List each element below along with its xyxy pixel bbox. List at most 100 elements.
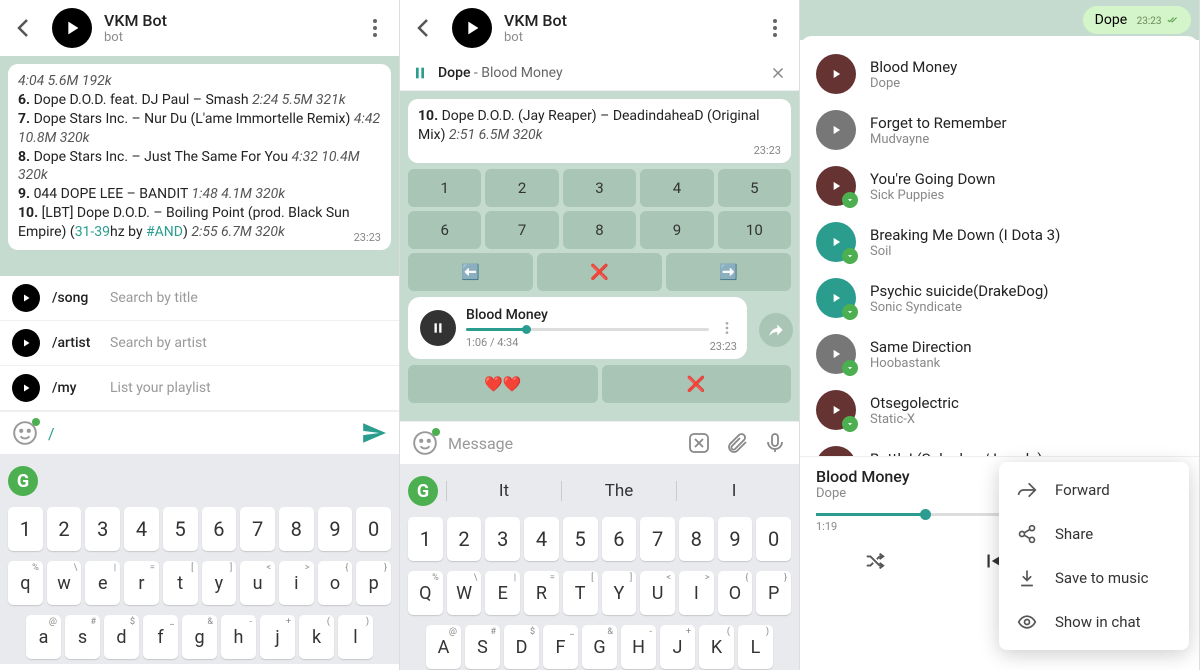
key-O[interactable]: O{ xyxy=(718,571,753,615)
key-5[interactable]: 5 xyxy=(563,517,598,561)
track-item[interactable]: Battle! (Solgaleo / Lunala) Pokemon Sun … xyxy=(800,438,1199,456)
message-input[interactable] xyxy=(48,424,361,443)
key-6[interactable]: 6 xyxy=(202,507,237,551)
menu-share[interactable]: Share xyxy=(999,512,1189,556)
key-A[interactable]: A@ xyxy=(426,625,461,669)
chat-area[interactable]: 10. Dope D.O.D. (Jay Reaper) – Deadindah… xyxy=(400,91,799,421)
menu-save-to-music[interactable]: Save to music xyxy=(999,556,1189,600)
key-3[interactable]: 3 xyxy=(85,507,120,551)
pause-icon[interactable] xyxy=(412,65,428,81)
nav-close-button[interactable]: ❌ xyxy=(537,253,662,291)
track-art[interactable] xyxy=(816,390,856,430)
key-s[interactable]: s# xyxy=(65,615,100,659)
track-art[interactable] xyxy=(816,166,856,206)
key-9[interactable]: 9 xyxy=(718,517,753,561)
attach-icon[interactable] xyxy=(725,431,749,455)
key-f[interactable]: f_ xyxy=(143,615,178,659)
key-i[interactable]: i> xyxy=(279,561,314,605)
key-0[interactable]: 0 xyxy=(756,517,791,561)
pause-button[interactable] xyxy=(420,310,456,346)
key-7[interactable]: 7 xyxy=(640,517,675,561)
key-j[interactable]: j+ xyxy=(260,615,295,659)
suggestion[interactable]: I xyxy=(676,481,791,501)
track-art[interactable] xyxy=(816,222,856,262)
menu-show-in-chat[interactable]: Show in chat xyxy=(999,600,1189,644)
key-u[interactable]: u< xyxy=(240,561,275,605)
key-y[interactable]: y] xyxy=(202,561,237,605)
track-button-4[interactable]: 4 xyxy=(640,169,713,207)
track-art[interactable] xyxy=(816,54,856,94)
key-K[interactable]: K( xyxy=(699,625,734,669)
key-g[interactable]: g& xyxy=(182,615,217,659)
key-e[interactable]: e| xyxy=(85,561,120,605)
key-o[interactable]: o{ xyxy=(318,561,353,605)
more-icon[interactable] xyxy=(763,16,787,40)
key-q[interactable]: q% xyxy=(8,561,43,605)
nav-next-button[interactable]: ➡️ xyxy=(666,253,791,291)
bot-avatar[interactable] xyxy=(452,8,492,48)
sent-message[interactable]: Dope 23:23 xyxy=(1083,6,1191,34)
key-D[interactable]: D$ xyxy=(504,625,539,669)
key-r[interactable]: r= xyxy=(124,561,159,605)
track-button-3[interactable]: 3 xyxy=(563,169,636,207)
bot-avatar[interactable] xyxy=(52,8,92,48)
menu-forward[interactable]: Forward xyxy=(999,468,1189,512)
track-button-7[interactable]: 7 xyxy=(485,211,558,249)
mic-icon[interactable] xyxy=(763,431,787,455)
message-input[interactable]: Message xyxy=(448,434,673,453)
key-8[interactable]: 8 xyxy=(679,517,714,561)
key-0[interactable]: 0 xyxy=(356,507,391,551)
bot-name[interactable]: VKM Bot xyxy=(104,11,363,30)
hearts-button[interactable]: ❤️❤️ xyxy=(408,365,598,403)
track-item[interactable]: You're Going Down Sick Puppies xyxy=(800,158,1199,214)
key-Q[interactable]: Q% xyxy=(408,571,443,615)
back-icon[interactable] xyxy=(412,16,436,40)
key-6[interactable]: 6 xyxy=(602,517,637,561)
chat-area[interactable]: 4:04 5.6M 192k6. Dope D.O.D. feat. DJ Pa… xyxy=(0,56,399,276)
key-I[interactable]: I> xyxy=(679,571,714,615)
key-U[interactable]: U< xyxy=(640,571,675,615)
message-bubble[interactable]: 4:04 5.6M 192k6. Dope D.O.D. feat. DJ Pa… xyxy=(8,64,391,250)
key-2[interactable]: 2 xyxy=(47,507,82,551)
track-button-6[interactable]: 6 xyxy=(408,211,481,249)
x-button[interactable]: ❌ xyxy=(602,365,792,403)
track-button-5[interactable]: 5 xyxy=(718,169,791,207)
audio-message[interactable]: Blood Money 1:06 / 4:34 23:23 xyxy=(408,297,747,359)
close-icon[interactable] xyxy=(769,64,787,82)
key-R[interactable]: R= xyxy=(524,571,559,615)
key-4[interactable]: 4 xyxy=(124,507,159,551)
key-5[interactable]: 5 xyxy=(163,507,198,551)
key-h[interactable]: h- xyxy=(221,615,256,659)
key-w[interactable]: w\ xyxy=(47,561,82,605)
nav-prev-button[interactable]: ⬅️ xyxy=(408,253,533,291)
suggestion[interactable]: The xyxy=(561,481,676,501)
forward-button[interactable] xyxy=(759,313,793,347)
track-art[interactable] xyxy=(816,334,856,374)
command-item[interactable]: /my List your playlist xyxy=(0,366,399,411)
audio-more-icon[interactable] xyxy=(719,320,735,336)
key-S[interactable]: S# xyxy=(465,625,500,669)
key-F[interactable]: F_ xyxy=(543,625,578,669)
key-1[interactable]: 1 xyxy=(8,507,43,551)
now-playing-bar[interactable]: Dope - Blood Money xyxy=(400,56,799,91)
key-T[interactable]: T[ xyxy=(563,571,598,615)
key-k[interactable]: k( xyxy=(299,615,334,659)
playlist-sheet[interactable]: Blood Money Dope Forget to Remember Mudv… xyxy=(800,36,1199,456)
key-l[interactable]: l) xyxy=(338,615,373,659)
grammarly-icon[interactable]: G xyxy=(408,476,438,506)
key-1[interactable]: 1 xyxy=(408,517,443,561)
key-G[interactable]: G& xyxy=(582,625,617,669)
key-E[interactable]: E| xyxy=(485,571,520,615)
audio-progress[interactable] xyxy=(466,328,709,331)
key-3[interactable]: 3 xyxy=(485,517,520,561)
commands-icon[interactable] xyxy=(687,431,711,455)
more-icon[interactable] xyxy=(363,16,387,40)
key-8[interactable]: 8 xyxy=(279,507,314,551)
track-button-1[interactable]: 1 xyxy=(408,169,481,207)
command-item[interactable]: /artist Search by artist xyxy=(0,321,399,366)
key-7[interactable]: 7 xyxy=(240,507,275,551)
key-H[interactable]: H- xyxy=(621,625,656,669)
key-2[interactable]: 2 xyxy=(447,517,482,561)
track-button-8[interactable]: 8 xyxy=(563,211,636,249)
key-p[interactable]: p} xyxy=(356,561,391,605)
